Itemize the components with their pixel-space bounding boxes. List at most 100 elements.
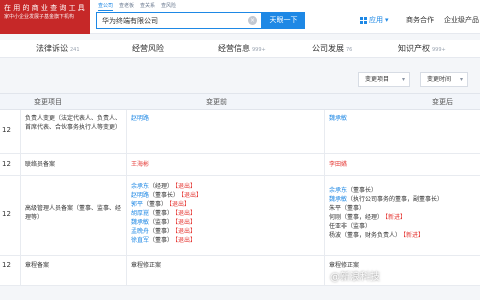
new-tag: 【新进】 <box>385 214 407 221</box>
person-entry: 余承东（经理） 【退出】 <box>131 182 322 191</box>
tab-company-development[interactable]: 公司发展 76 <box>312 40 352 58</box>
search-input[interactable] <box>102 16 252 25</box>
header-change-item: 变更项目 <box>34 98 62 106</box>
before-cell: 章程修正案 <box>126 256 324 285</box>
tab-label: 法律诉讼 <box>36 44 68 53</box>
nav-apps[interactable]: 应用 ▾ <box>360 12 389 29</box>
date-text: 12 <box>2 210 11 218</box>
tab-label: 经营风险 <box>132 44 164 53</box>
table-row: 12 负责人变更（法定代表人、负责人、首席代表、合伙事务执行人等变更） 赵明路 … <box>0 110 480 154</box>
before-cell: 余承东（经理） 【退出】 赵明路（董事长） 【退出】 郭平（董事） 【退出】 胡厚崑（… <box>126 176 324 255</box>
person-link[interactable]: 任亚非 <box>329 223 347 230</box>
person-entry: 朱平（董事） <box>329 204 478 213</box>
change-item-select[interactable]: 变更项目 ▾ <box>358 72 410 87</box>
person-link[interactable]: 余承东 <box>329 187 347 194</box>
person-link[interactable]: 魏承敏 <box>131 219 149 226</box>
person-link[interactable]: 徐直军 <box>131 237 149 244</box>
person-role: （董事） <box>341 205 366 212</box>
person-link[interactable]: 孟晚舟 <box>131 228 149 235</box>
tab-legal[interactable]: 法律诉讼 241 <box>36 40 80 58</box>
new-tag: 【新进】 <box>403 232 425 239</box>
exit-tag: 【退出】 <box>175 228 197 235</box>
tab-risk[interactable]: 经营风险 <box>132 40 166 58</box>
date-text: 12 <box>2 261 11 269</box>
search-button[interactable]: 天眼一下 <box>262 12 305 29</box>
tab-business-info[interactable]: 经营信息 999+ <box>218 40 266 58</box>
exit-tag: 【退出】 <box>175 237 197 244</box>
person-entry: 赵明路（董事长） 【退出】 <box>131 191 322 200</box>
person-role: （经理） <box>149 183 174 190</box>
chevron-down-icon: ▾ <box>401 76 405 83</box>
chevron-down-icon: ▾ <box>385 16 389 24</box>
tab-ip[interactable]: 知识产权 999+ <box>398 40 446 58</box>
top-bar: 在 用 的 商 业 查 询 工 具 家中小企业发展子基金旗下机构 查公司 查老板… <box>0 0 480 34</box>
before-cell: 王海彬 <box>126 154 324 175</box>
change-item-text: 联络员备案 <box>25 161 56 168</box>
exit-tag: 【退出】 <box>175 183 197 190</box>
banner-line-2: 家中小企业发展子基金旗下机构 <box>4 14 75 20</box>
person-role: （监事） <box>347 223 372 230</box>
tab-count: 76 <box>346 47 353 53</box>
person-role: （董事长） <box>149 192 180 199</box>
person-link[interactable]: 魏承敏 <box>329 196 347 203</box>
person-role: （董事） <box>149 210 174 217</box>
person-role: （董事） <box>149 237 174 244</box>
exit-tag: 【退出】 <box>181 192 203 199</box>
tab-label: 经营信息 <box>218 44 250 53</box>
grid-icon <box>360 17 367 24</box>
tab-label: 公司发展 <box>312 44 344 53</box>
search-tab-company[interactable]: 查公司 <box>98 2 114 11</box>
item-cell: 高级管理人员备案（董事、监事、经理等） <box>20 176 126 255</box>
person-link[interactable]: 赵明路 <box>131 115 149 122</box>
person-entry: 郭平（董事） 【退出】 <box>131 200 322 209</box>
person-link[interactable]: 魏承敏 <box>329 115 347 122</box>
person-entry: 孟晚舟（董事） 【退出】 <box>131 227 322 236</box>
table-row: 12 高级管理人员备案（董事、监事、经理等） 余承东（经理） 【退出】 赵明路（董… <box>0 176 480 256</box>
person-entry: 何刚（董事，经理） 【新进】 <box>329 213 478 222</box>
after-cell: 余承东（董事长） 魏承敏（执行公司事务的董事，副董事长） 朱平（董事） 何刚（董… <box>324 176 480 255</box>
person-link[interactable]: 何刚 <box>329 214 341 221</box>
person-link[interactable]: 胡厚崑 <box>131 210 149 217</box>
item-cell: 章程备案 <box>20 256 126 285</box>
person-link[interactable]: 朱平 <box>329 205 341 212</box>
change-record-table: 变更项目 变更前 变更后 12 负责人变更（法定代表人、负责人、首席代表、合伙事… <box>0 93 480 286</box>
change-item-text: 高级管理人员备案（董事、监事、经理等） <box>25 205 122 221</box>
person-role: （董事，财务负责人） <box>341 232 402 239</box>
date-cell: 12 <box>0 256 20 285</box>
search-tab-boss[interactable]: 查老板 <box>119 2 134 11</box>
person-link[interactable]: 王海彬 <box>131 161 149 168</box>
person-role: （监事） <box>149 219 174 226</box>
person-link[interactable]: 李田嬿 <box>329 161 347 168</box>
person-entry: 魏承敏（执行公司事务的董事，副董事长） <box>329 195 478 204</box>
after-cell: 李田嬿 <box>324 154 480 175</box>
person-link[interactable]: 余承东 <box>131 183 149 190</box>
date-cell: 12 <box>0 176 20 255</box>
nav-enterprise[interactable]: 企业级产品 <box>444 12 479 29</box>
date-cell: 12 <box>0 110 20 153</box>
clear-icon[interactable]: × <box>248 16 257 25</box>
search-tab-relation[interactable]: 查关系 <box>140 2 155 11</box>
header-after: 变更后 <box>432 98 453 106</box>
person-entry: 杨波（董事，财务负责人） 【新进】 <box>329 231 478 240</box>
nav-apps-label: 应用 <box>369 16 383 24</box>
person-link[interactable]: 杨波 <box>329 232 341 239</box>
person-link[interactable]: 赵明路 <box>131 192 149 199</box>
search-box: × <box>96 12 262 29</box>
table-row: 12 联络员备案 王海彬 李田嬿 <box>0 154 480 176</box>
person-link[interactable]: 郭平 <box>131 201 143 208</box>
after-cell: 魏承敏 <box>324 110 480 153</box>
date-text: 12 <box>2 126 11 134</box>
exit-tag: 【退出】 <box>169 201 191 208</box>
watermark: @新浪科技 <box>330 272 380 283</box>
brand-banner[interactable]: 在 用 的 商 业 查 询 工 具 家中小企业发展子基金旗下机构 <box>0 0 90 34</box>
exit-tag: 【退出】 <box>175 210 197 217</box>
nav-business[interactable]: 商务合作 <box>406 12 434 29</box>
table-header: 变更项目 变更前 变更后 <box>0 93 480 110</box>
person-role: （董事长） <box>347 187 378 194</box>
person-role: （董事，经理） <box>341 214 384 221</box>
search-tab-risk[interactable]: 查风险 <box>161 2 176 11</box>
person-role: （董事） <box>149 228 174 235</box>
change-time-select[interactable]: 变更时间 ▾ <box>420 72 468 87</box>
date-text: 12 <box>2 160 11 168</box>
tab-count: 999+ <box>252 47 266 53</box>
